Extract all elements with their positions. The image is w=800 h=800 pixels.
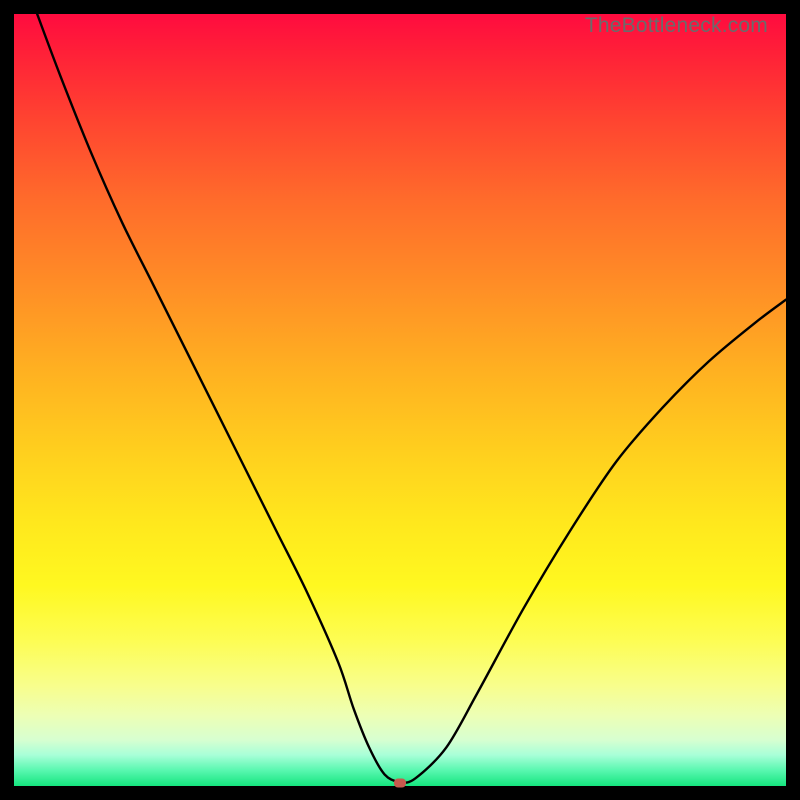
minimum-marker-icon [394,778,406,787]
bottleneck-curve [14,14,786,786]
chart-frame: TheBottleneck.com [0,0,800,800]
chart-plot-area: TheBottleneck.com [14,14,786,786]
